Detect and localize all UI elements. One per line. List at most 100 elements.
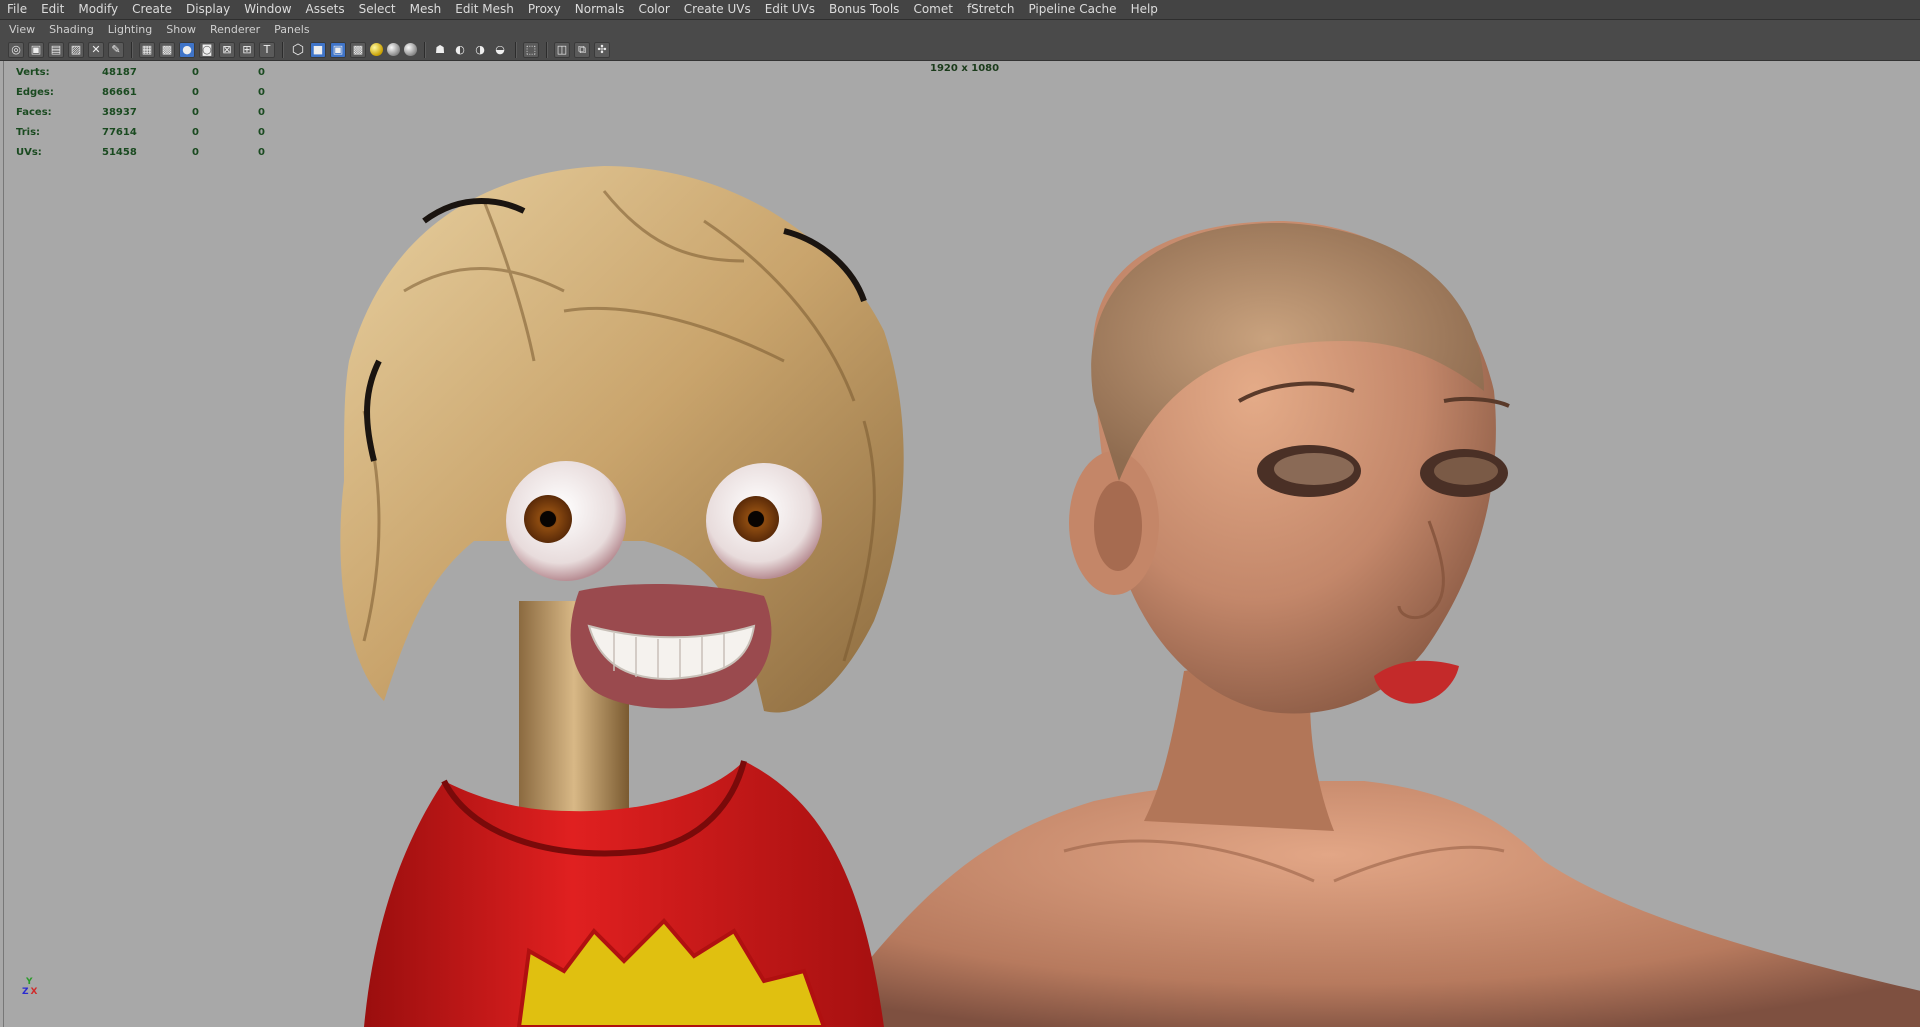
- hud-hl: 0: [258, 147, 265, 158]
- resolution-label: 1920 x 1080: [930, 63, 1000, 74]
- menu-window[interactable]: Window: [237, 0, 298, 19]
- menu-edit-uvs[interactable]: Edit UVs: [758, 0, 822, 19]
- menu-color[interactable]: Color: [631, 0, 676, 19]
- view-axis-gizmo: Y Z X: [22, 977, 37, 997]
- panel-menu-panels[interactable]: Panels: [267, 20, 316, 39]
- panel-menu-show[interactable]: Show: [159, 20, 203, 39]
- hud-hl: 0: [258, 87, 265, 98]
- gate-mask-icon[interactable]: ▩: [159, 41, 175, 58]
- character-eye-left-inner: [1274, 453, 1354, 485]
- toolbar-separator: [131, 41, 132, 58]
- resolution-gate-icon[interactable]: ▦: [139, 41, 155, 58]
- hud-hl: 0: [258, 127, 265, 138]
- hud-sel: 0: [192, 87, 199, 98]
- safe-title-icon[interactable]: ⊠: [219, 41, 235, 58]
- panel-menubar: View Shading Lighting Show Renderer Panels: [0, 20, 1920, 39]
- menu-proxy[interactable]: Proxy: [521, 0, 568, 19]
- hud-value: 48187: [102, 67, 137, 78]
- wireframe-on-shaded-icon[interactable]: ▣: [330, 41, 346, 58]
- hud-value: 86661: [102, 87, 137, 98]
- toolbar-separator: [424, 41, 425, 58]
- menu-pipeline-cache[interactable]: Pipeline Cache: [1021, 0, 1123, 19]
- toolbar-separator: [546, 41, 547, 58]
- axis-z-label: Z: [22, 987, 29, 997]
- cartoon-pupil-left: [540, 511, 556, 527]
- menu-file[interactable]: File: [0, 0, 34, 19]
- depth-of-field-icon[interactable]: ◒: [492, 42, 508, 58]
- grid-icon[interactable]: ✕: [88, 41, 104, 58]
- xray-icon[interactable]: ◫: [554, 41, 570, 58]
- character-ear-inner: [1094, 481, 1142, 571]
- character-eye-right-inner: [1434, 457, 1498, 485]
- menu-bonus-tools[interactable]: Bonus Tools: [822, 0, 906, 19]
- hud-row-uvs: UVs: 51458 0 0: [16, 143, 265, 163]
- wireframe-icon[interactable]: ⬡: [290, 42, 306, 58]
- menu-edit-mesh[interactable]: Edit Mesh: [448, 0, 521, 19]
- menu-assets[interactable]: Assets: [299, 0, 352, 19]
- menu-edit[interactable]: Edit: [34, 0, 71, 19]
- camera-attrs-icon[interactable]: ▣: [28, 41, 44, 58]
- scene-render: [340, 166, 1920, 1027]
- hud-row-edges: Edges: 86661 0 0: [16, 83, 265, 103]
- anti-aliasing-icon[interactable]: ◑: [472, 42, 488, 58]
- hud-hl: 0: [258, 67, 265, 78]
- hud-label: Verts:: [16, 67, 50, 78]
- text-icon[interactable]: T: [259, 41, 275, 58]
- menu-create-uvs[interactable]: Create UVs: [677, 0, 758, 19]
- menu-mesh[interactable]: Mesh: [403, 0, 449, 19]
- hud-sel: 0: [192, 127, 199, 138]
- hud-hl: 0: [258, 107, 265, 118]
- menu-normals[interactable]: Normals: [568, 0, 632, 19]
- panel-toolbar: ◎ ▣ ▤ ▨ ✕ ✎ ▦ ▩ ● ◙ ⊠ ⊞ T ⬡ ■ ▣ ▩ ☗ ◐ ◑ …: [0, 39, 1920, 61]
- poly-count-hud: Verts: 48187 0 0 Edges: 86661 0 0 Faces: 38937 0 0 T…: [16, 63, 265, 163]
- axis-y-label: Y: [26, 977, 33, 987]
- image-plane-icon[interactable]: ▨: [68, 41, 84, 58]
- toolbar-separator: [282, 41, 283, 58]
- film-gate-icon[interactable]: ✎: [108, 41, 124, 58]
- panel-menu-shading[interactable]: Shading: [42, 20, 101, 39]
- hud-value: 51458: [102, 147, 137, 158]
- 3d-viewport[interactable]: Verts: 48187 0 0 Edges: 86661 0 0 Faces: 38937 0 0 T…: [3, 61, 1920, 1027]
- smooth-shade-icon[interactable]: ■: [310, 41, 326, 58]
- menu-display[interactable]: Display: [179, 0, 237, 19]
- cartoon-pupil-right: [748, 511, 764, 527]
- isolate-select-icon[interactable]: ⬚: [523, 41, 539, 58]
- xray-joints-icon[interactable]: ⧉: [574, 41, 590, 58]
- hud-sel: 0: [192, 147, 199, 158]
- axis-x-label: X: [30, 987, 38, 997]
- menu-select[interactable]: Select: [352, 0, 403, 19]
- hud-row-verts: Verts: 48187 0 0: [16, 63, 265, 83]
- menu-fstretch[interactable]: fStretch: [960, 0, 1022, 19]
- ambient-occlusion-icon[interactable]: ☗: [432, 42, 448, 58]
- field-chart-icon[interactable]: ●: [179, 41, 195, 58]
- hud-sel: 0: [192, 67, 199, 78]
- panel-menu-view[interactable]: View: [2, 20, 42, 39]
- xy-icon[interactable]: ⊞: [239, 41, 255, 58]
- hud-sel: 0: [192, 107, 199, 118]
- safe-action-icon[interactable]: ◙: [199, 41, 215, 58]
- hud-label: Tris:: [16, 127, 41, 138]
- hud-label: Edges:: [16, 87, 54, 98]
- default-light-icon[interactable]: [404, 43, 417, 56]
- hud-value: 77614: [102, 127, 137, 138]
- menu-help[interactable]: Help: [1124, 0, 1165, 19]
- menu-comet[interactable]: Comet: [906, 0, 960, 19]
- character-body: [844, 781, 1920, 1027]
- shadows-icon[interactable]: [387, 43, 400, 56]
- xray-components-icon[interactable]: ✣: [594, 41, 610, 58]
- use-all-lights-icon[interactable]: [370, 43, 383, 56]
- menu-modify[interactable]: Modify: [71, 0, 125, 19]
- toolbar-separator: [515, 41, 516, 58]
- bookmark-icon[interactable]: ▤: [48, 41, 64, 58]
- camera-icon[interactable]: ◎: [8, 41, 24, 58]
- hud-value: 38937: [102, 107, 137, 118]
- motion-blur-icon[interactable]: ◐: [452, 42, 468, 58]
- main-menubar: File Edit Modify Create Display Window Assets S…: [0, 0, 1920, 20]
- hud-label: UVs:: [16, 147, 42, 158]
- textured-icon[interactable]: ▩: [350, 41, 366, 58]
- hud-row-tris: Tris: 77614 0 0: [16, 123, 265, 143]
- hud-row-faces: Faces: 38937 0 0: [16, 103, 265, 123]
- panel-menu-lighting[interactable]: Lighting: [101, 20, 159, 39]
- menu-create[interactable]: Create: [125, 0, 179, 19]
- panel-menu-renderer[interactable]: Renderer: [203, 20, 267, 39]
